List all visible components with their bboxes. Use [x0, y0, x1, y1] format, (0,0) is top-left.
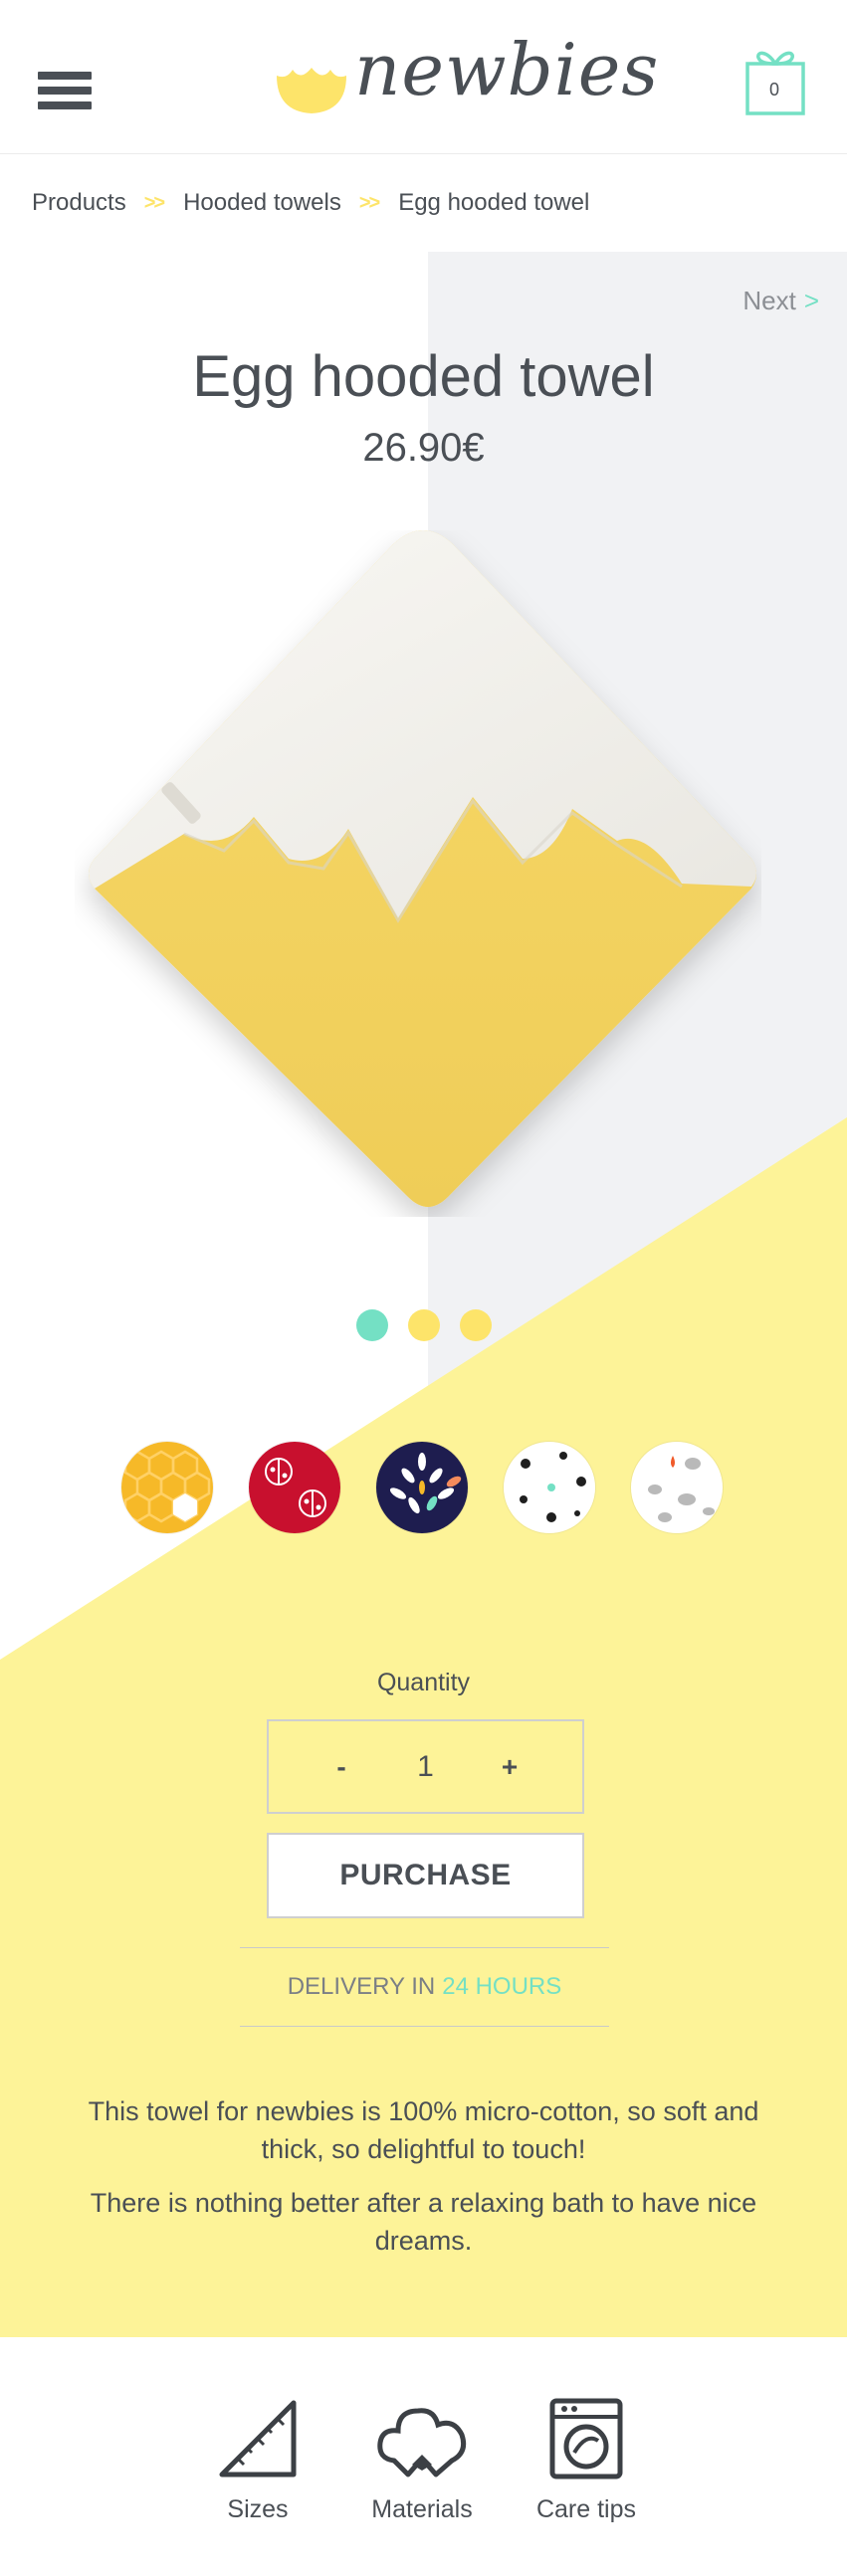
- pattern-swatches: [121, 1442, 723, 1533]
- crown-logo-icon: [277, 68, 346, 113]
- swatch-white-drops[interactable]: [631, 1442, 723, 1533]
- carousel-dots: [356, 1309, 492, 1341]
- breadcrumb-hooded-towels[interactable]: Hooded towels: [183, 189, 341, 217]
- quantity-decrease-button[interactable]: -: [326, 1751, 356, 1783]
- header: newbies 0: [0, 0, 847, 154]
- product-description: This towel for newbies is 100% micro-cot…: [54, 2092, 793, 2276]
- quantity-stepper: - 1 +: [267, 1719, 584, 1814]
- quantity-field[interactable]: 1: [396, 1750, 456, 1784]
- cart-count: 0: [768, 80, 779, 99]
- next-product-link[interactable]: Next >: [742, 286, 819, 316]
- breadcrumb-products[interactable]: Products: [32, 189, 126, 217]
- quantity-increase-button[interactable]: +: [495, 1751, 525, 1783]
- delivery-highlight: 24 HOURS: [442, 1973, 562, 2000]
- product-price: 26.90€: [362, 426, 485, 470]
- quantity-label: Quantity: [376, 1669, 471, 1696]
- swatch-white-dots[interactable]: [504, 1442, 595, 1533]
- washing-machine-icon: [549, 2398, 623, 2479]
- swatch-navy-leaves[interactable]: [376, 1442, 468, 1533]
- description-paragraph-1: This towel for newbies is 100% micro-cot…: [88, 2096, 759, 2164]
- carousel-dot-2[interactable]: [408, 1309, 440, 1341]
- carousel-dot-1[interactable]: [356, 1309, 388, 1341]
- swatch-red-ladybug[interactable]: [249, 1442, 340, 1533]
- product-image[interactable]: [75, 530, 761, 1217]
- materials-label: Materials: [371, 2495, 473, 2523]
- delivery-info: DELIVERY IN 24 HOURS: [240, 1947, 609, 2027]
- materials-link[interactable]: Materials: [362, 2397, 482, 2524]
- delivery-prefix: DELIVERY IN: [287, 1973, 436, 2000]
- menu-icon[interactable]: [38, 72, 92, 109]
- sizes-link[interactable]: Sizes: [213, 2397, 303, 2524]
- breadcrumb-current: Egg hooded towel: [398, 189, 590, 216]
- cotton-flower-icon: [377, 2408, 467, 2477]
- description-paragraph-2: There is nothing better after a relaxing…: [90, 2188, 757, 2256]
- swatch-honeycomb[interactable]: [121, 1442, 213, 1533]
- product-info-links: Sizes Materials Care tips: [0, 2337, 847, 2576]
- purchase-button[interactable]: PURCHASE: [267, 1833, 584, 1918]
- sizes-label: Sizes: [227, 2495, 289, 2523]
- next-arrow-icon: >: [803, 286, 819, 315]
- logo[interactable]: newbies: [275, 28, 658, 127]
- logo-text: newbies: [354, 28, 660, 111]
- care-tips-link[interactable]: Care tips: [531, 2397, 641, 2524]
- product-title: Egg hooded towel: [192, 344, 655, 409]
- cart-button[interactable]: 0: [744, 46, 812, 117]
- care-tips-label: Care tips: [535, 2495, 637, 2523]
- ruler-triangle-icon: [219, 2400, 297, 2477]
- breadcrumb-separator: >>: [143, 191, 165, 214]
- carousel-dot-3[interactable]: [460, 1309, 492, 1341]
- breadcrumb-separator: >>: [358, 191, 380, 214]
- product-section: Next > Egg hooded towel 26.90€ Quantity …: [0, 252, 847, 2337]
- breadcrumb: Products >> Hooded towels >> Egg hooded …: [0, 154, 847, 252]
